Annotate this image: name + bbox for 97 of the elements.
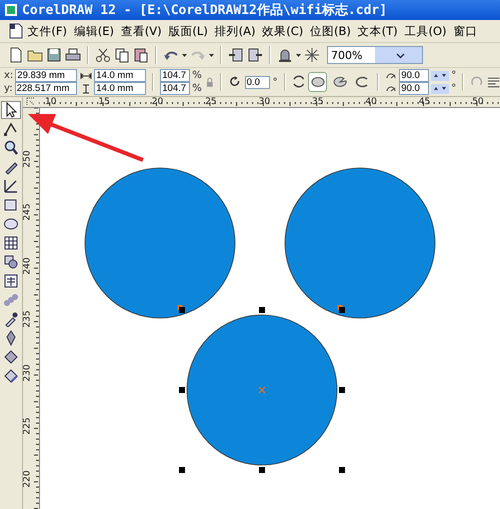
circle-shape[interactable] — [284, 168, 436, 318]
ruler-number: 40 — [365, 97, 377, 107]
center-mark-icon — [258, 386, 266, 394]
paint-bucket-icon — [3, 349, 19, 365]
menu-item[interactable]: 排列(A) — [211, 22, 259, 40]
menu-item[interactable]: 工具(O) — [401, 22, 450, 40]
field-label: y: — [4, 83, 13, 94]
spinner-icon[interactable] — [431, 70, 450, 80]
ruler-number: 220 — [23, 470, 33, 488]
menu-item[interactable]: 编辑(E) — [70, 22, 118, 40]
start-angle-icon — [385, 70, 398, 80]
selection-handle[interactable] — [179, 307, 185, 313]
spinner-icon[interactable] — [431, 84, 450, 94]
field-label: % — [192, 83, 202, 94]
ruler-number: 235 — [23, 310, 33, 328]
ruler-number: 25 — [205, 97, 217, 107]
ruler-number: 35 — [312, 97, 324, 107]
circle-shape[interactable] — [84, 168, 236, 318]
ruler-number: 10 — [45, 97, 56, 107]
app-icon — [4, 3, 18, 17]
rectangle-icon — [3, 197, 19, 213]
ruler-number: 45 — [418, 97, 430, 107]
selection-handle[interactable] — [339, 467, 345, 473]
field-label: x: — [4, 70, 14, 81]
field-label: ° — [451, 70, 456, 81]
scissors-icon[interactable] — [95, 47, 111, 63]
selection-handle[interactable] — [259, 307, 265, 313]
end-angle-icon — [385, 84, 398, 94]
ruler-number: 250 — [23, 150, 33, 168]
field-label: % — [192, 70, 202, 81]
ellipse-icon — [310, 76, 325, 88]
selection-handle[interactable] — [179, 467, 185, 473]
selection-handle[interactable] — [179, 387, 185, 393]
ruler-number: 230 — [23, 364, 33, 382]
caret-icon[interactable] — [296, 52, 301, 58]
input-field[interactable]: 228.517 mm — [14, 82, 77, 95]
zoom-dropdown[interactable]: 700% — [327, 46, 423, 64]
node-tool-icon — [3, 121, 19, 137]
selection-handle[interactable] — [259, 467, 265, 473]
ruler-number: 50 — [472, 97, 484, 107]
arc-icon — [354, 76, 369, 88]
caret-icon[interactable] — [182, 52, 187, 58]
caret-icon[interactable] — [209, 52, 214, 58]
selection-handle[interactable] — [339, 307, 345, 313]
ellipse-icon — [3, 216, 19, 232]
bell-icon[interactable] — [277, 47, 293, 63]
blend-icon — [3, 292, 19, 308]
text-wrap-icon[interactable] — [486, 75, 500, 89]
window-title: CorelDRAW 12 - [E:\CorelDRAW12作品\wifi标志.cdr] — [22, 2, 388, 19]
clipboard-icon[interactable] — [133, 47, 149, 63]
gradient-bucket-icon — [3, 368, 19, 384]
menu-item[interactable]: 窗口 — [450, 22, 481, 40]
field-label: ° — [272, 76, 278, 88]
ruler-number: 15 — [98, 97, 110, 107]
ruler-number: 30 — [258, 97, 270, 107]
input-field[interactable]: 90.0 — [399, 69, 430, 82]
ruler-origin-icon[interactable] — [26, 97, 36, 107]
menu-item[interactable]: 效果(C) — [258, 22, 307, 40]
ruler-number: 245 — [23, 204, 33, 221]
mirror-icon[interactable] — [292, 74, 305, 90]
printer-icon[interactable] — [65, 47, 81, 63]
menu-item[interactable]: 查看(V) — [117, 22, 166, 40]
width-icon — [80, 70, 92, 80]
menu-item[interactable]: 文本(T) — [354, 22, 402, 40]
ruler-number: 225 — [23, 417, 33, 435]
copy-icon[interactable] — [114, 47, 130, 63]
tool-button[interactable] — [1, 101, 21, 119]
field-label: ° — [451, 83, 456, 94]
page-icon[interactable] — [8, 47, 24, 63]
input-field[interactable]: 90.0 — [399, 82, 430, 95]
circle-shape[interactable] — [186, 314, 338, 466]
input-field[interactable]: 14.0 mm — [94, 69, 146, 82]
menu-item[interactable]: 文件(F) — [24, 22, 70, 40]
ellipse-mode-button[interactable] — [308, 72, 328, 92]
export-icon[interactable] — [247, 47, 263, 63]
input-field[interactable]: 29.839 mm — [15, 69, 78, 82]
pie-icon — [332, 76, 347, 88]
grid-icon — [3, 235, 19, 251]
input-field[interactable]: 14.0 mm — [94, 82, 146, 95]
sparkle-icon[interactable] — [304, 47, 320, 63]
chevron-icon — [396, 52, 404, 58]
ruler-number: 240 — [23, 257, 33, 274]
magnifier-icon — [3, 140, 19, 156]
input-field[interactable]: 0.0 — [244, 76, 270, 88]
eyedropper-icon — [3, 311, 19, 327]
text-block-icon — [3, 273, 19, 289]
document-icon[interactable] — [8, 23, 24, 39]
input-field[interactable]: 104.7 — [160, 82, 190, 95]
selection-handle[interactable] — [339, 387, 345, 393]
ruler-number: 20 — [152, 97, 164, 107]
menu-item[interactable]: 版面(L) — [165, 22, 212, 40]
menu-item[interactable]: 位图(B) — [306, 22, 354, 40]
shapes-icon — [3, 254, 19, 270]
rotate-icon — [228, 75, 242, 89]
input-field[interactable]: 104.7 — [160, 69, 190, 82]
angle-tool-icon — [3, 178, 19, 194]
import-icon[interactable] — [228, 47, 244, 63]
